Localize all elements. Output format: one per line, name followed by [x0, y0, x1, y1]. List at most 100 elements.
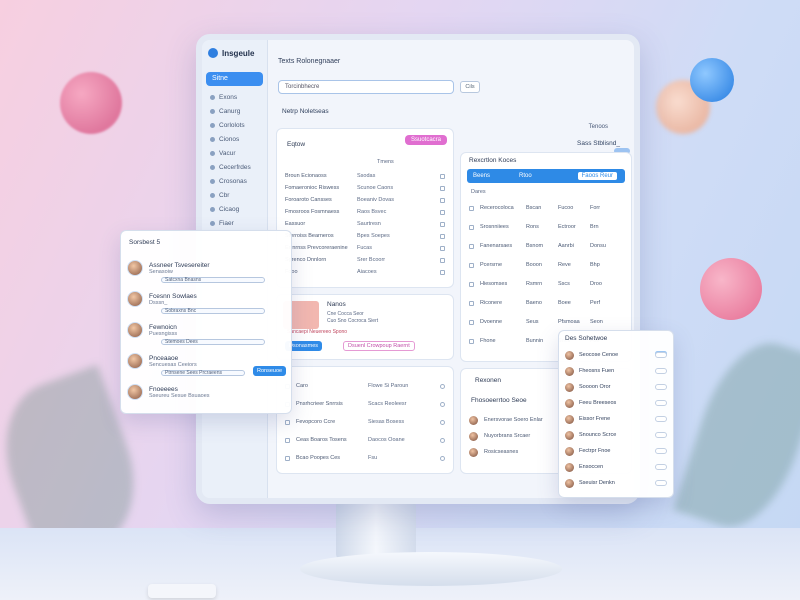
member-tag[interactable] [655, 432, 667, 438]
member-tag[interactable] [655, 384, 667, 390]
toolbar-left-label[interactable]: Beens [473, 173, 490, 179]
member-tag[interactable] [655, 464, 667, 470]
table-row[interactable]: Srosnniiees Rons Ectroor Brn [469, 222, 623, 232]
row-checkbox[interactable] [440, 257, 445, 263]
promo-secondary-button[interactable]: Dsuenl Crowpoup Raernt [343, 341, 415, 351]
row-checkbox[interactable] [469, 338, 474, 344]
bottom-list-row[interactable]: Pnsrhcrieer Snrrsis Scacs Reoleesr [285, 399, 445, 409]
contact-item[interactable]: Fnoeeees Sseureu Sesue Bsuaoes [127, 379, 285, 405]
list-card-button[interactable]: Ssuotcacra [404, 135, 447, 145]
sidebar-item[interactable]: Cicaog [202, 202, 267, 216]
sidebar-item[interactable]: Fiaer [202, 216, 267, 230]
bottom-list-row[interactable]: Ceas Boaros Tosens Daocos Ooane [285, 435, 445, 445]
member-row[interactable]: Sseuisr Denkn [565, 477, 667, 489]
bottom-list-row[interactable]: Bcao Poopes Ces Fsu [285, 453, 445, 463]
bottom-list-row[interactable]: Caro Flowe Si Paroun [285, 381, 445, 391]
row-checkbox[interactable] [469, 224, 474, 230]
row-checkbox[interactable] [440, 221, 445, 227]
member-row[interactable]: Feeu Breeseos [565, 397, 667, 409]
list-row-value: Srer Bcoorr [357, 257, 386, 263]
sidebar-item[interactable]: Exons [202, 90, 267, 104]
sidebar-item-label: Corlolots [219, 121, 245, 129]
contact-field[interactable]: Sobraxns Bnc [161, 308, 265, 314]
table-row[interactable]: Recerocoloca Bscan Fucoo Forr [469, 203, 623, 213]
member-name: Soooon Oror [579, 384, 611, 390]
member-tag[interactable] [655, 368, 667, 374]
row-checkbox[interactable] [469, 262, 474, 268]
toolbar-mid-label[interactable]: Rtoo [519, 173, 532, 179]
search-button[interactable]: Cils [460, 81, 480, 93]
sidebar-item[interactable]: Canurg [202, 104, 267, 118]
member-row[interactable]: Seocose Cenoe [565, 349, 667, 361]
sidebar-item[interactable]: Cionos [202, 132, 267, 146]
sidebar-item-active[interactable]: Sitne [206, 72, 263, 86]
contact-action-button[interactable]: Ronseuoe [253, 366, 287, 376]
row-checkbox[interactable] [469, 243, 474, 249]
brand[interactable]: Insgeule [202, 40, 267, 66]
row-action-icon[interactable] [440, 455, 445, 461]
table-row[interactable]: Pcersrne Booon Reve Bhp [469, 260, 623, 270]
member-row[interactable]: Soooon Oror [565, 381, 667, 393]
row-checkbox[interactable] [440, 245, 445, 251]
row-checkbox[interactable] [469, 205, 474, 211]
row-action-icon[interactable] [440, 437, 445, 443]
contact-field[interactable]: Ptrnsene Sees Prcraeens [161, 370, 245, 376]
table-row[interactable]: Riconere Baeno Boee Perf [469, 298, 623, 308]
toolbar-tag[interactable]: Faoos Reur [577, 172, 617, 180]
list-row[interactable]: Fooo Aiacoes [285, 267, 445, 277]
member-tag[interactable] [655, 480, 667, 486]
list-row[interactable]: Errnrnss Prevcoreraenine Fucas [285, 243, 445, 253]
member-row[interactable]: Fectrpr Fnoe [565, 445, 667, 457]
row-checkbox[interactable] [440, 233, 445, 239]
list-row[interactable]: Eassuor Saurtresn [285, 219, 445, 229]
table-row[interactable]: Dvoenne Seus Pfsmoaa Seon [469, 317, 623, 327]
contact-field[interactable]: Stemoes Dees [161, 339, 265, 345]
sidebar-item[interactable]: Crosonas [202, 174, 267, 188]
search-input[interactable]: Torcinbhecre [278, 80, 454, 94]
member-tag[interactable] [655, 448, 667, 454]
member-tag[interactable] [655, 352, 667, 358]
row-checkbox[interactable] [285, 437, 290, 443]
bottom-list-row[interactable]: Fevopcoro Ccre Siesas Bosess [285, 417, 445, 427]
sidebar-item[interactable]: Cbr [202, 188, 267, 202]
member-row[interactable]: Ensoccen [565, 461, 667, 473]
row-checkbox[interactable] [440, 197, 445, 203]
row-checkbox[interactable] [469, 319, 474, 325]
row-checkbox[interactable] [469, 300, 474, 306]
table-row[interactable]: Fanenarsaes Bsnom Aanrbi Donsu [469, 241, 623, 251]
sidebar-item[interactable]: Corlolots [202, 118, 267, 132]
row-checkbox[interactable] [440, 185, 445, 191]
sidebar-item[interactable]: Cecerfrdes [202, 160, 267, 174]
list-row[interactable]: Sgrenco Dnnlorn Srer Bcoorr [285, 255, 445, 265]
list-row[interactable]: Fomaeronioc Riswess Scunoe Caons [285, 183, 445, 193]
list-row[interactable]: Foroaroto Cansses Boeaniv Dovas [285, 195, 445, 205]
list-row[interactable]: Broun Ecionaoss Ssodas [285, 171, 445, 181]
member-row[interactable]: Fheosns Fuen [565, 365, 667, 377]
member-tag[interactable] [655, 400, 667, 406]
row-checkbox[interactable] [469, 281, 474, 287]
row-checkbox[interactable] [285, 419, 290, 425]
desk-device [148, 584, 216, 598]
sidebar-item[interactable]: Vacur [202, 146, 267, 160]
row-checkbox[interactable] [285, 455, 290, 461]
list-row[interactable]: Fmosroos Fosmnaess Raos Bsvec [285, 207, 445, 217]
bottom-row-value: Fsu [368, 455, 378, 461]
member-row[interactable]: Eissor Frene [565, 413, 667, 425]
list-row[interactable]: Sterroiss Bearneros Bpes Soepes [285, 231, 445, 241]
member-tag[interactable] [655, 416, 667, 422]
row-action-icon[interactable] [440, 383, 445, 389]
row-action-icon[interactable] [440, 419, 445, 425]
header-user[interactable]: Sass Stblisnd_ [577, 140, 620, 147]
table-row[interactable]: Hiesomses Rsmrn Sscs Droo [469, 279, 623, 289]
nav-icon [210, 108, 215, 114]
table-cell: Seon [590, 319, 603, 325]
row-checkbox[interactable] [440, 173, 445, 179]
member-row[interactable]: Snounco Scrce [565, 429, 667, 441]
avatar [469, 447, 478, 457]
row-action-icon[interactable] [440, 401, 445, 407]
header-link[interactable]: Tenoos [589, 124, 608, 130]
row-checkbox[interactable] [440, 269, 445, 275]
contact-field[interactable]: Satcxna Bnasns [161, 277, 265, 283]
row-checkbox[interactable] [440, 209, 445, 215]
table-cell: Rons [526, 224, 539, 230]
